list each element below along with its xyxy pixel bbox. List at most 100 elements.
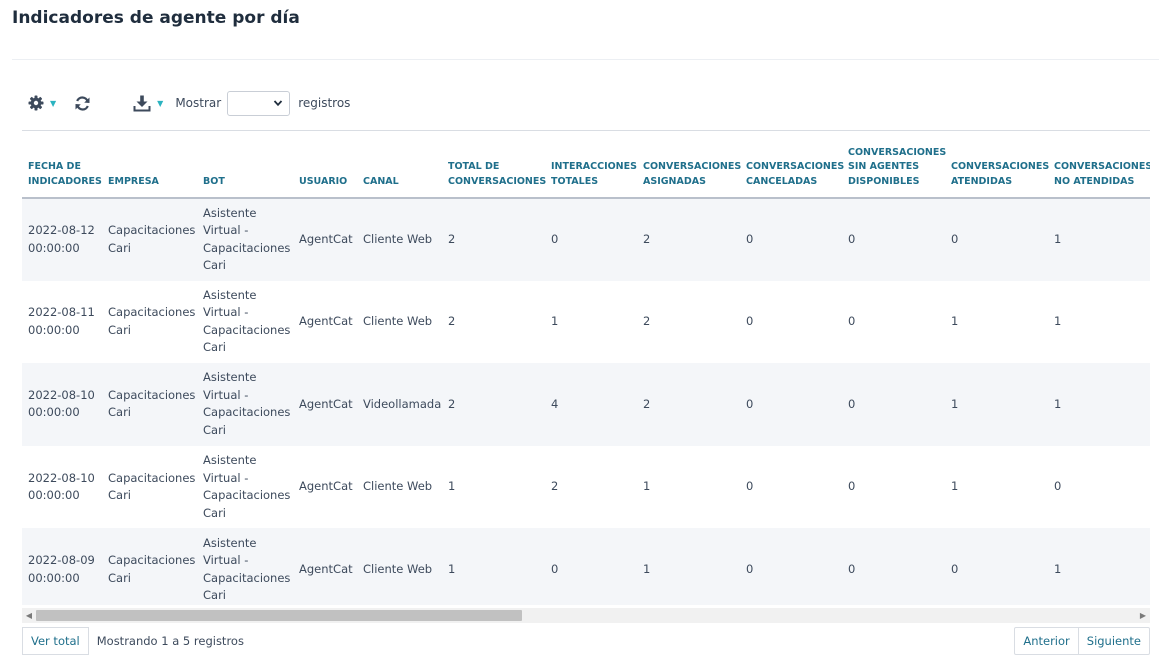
table-cell: 0 bbox=[951, 232, 959, 247]
table-cell: 0 bbox=[848, 396, 856, 411]
show-label: Mostrar bbox=[175, 96, 222, 110]
table-cell: AgentCat bbox=[299, 479, 353, 494]
column-header[interactable]: Usuario bbox=[293, 131, 357, 199]
table-cell: 1 bbox=[448, 479, 456, 494]
table-cell: 0 bbox=[746, 479, 754, 494]
table-cell: 2022-08-11 00:00:00 bbox=[28, 305, 95, 337]
table-cell: 1 bbox=[643, 561, 651, 576]
table-cell: Asistente Virtual - Capacitaciones Cari bbox=[203, 205, 291, 273]
table-cell: Videollamada bbox=[363, 396, 442, 411]
refresh-icon bbox=[75, 95, 90, 111]
table-cell: 1 bbox=[1054, 314, 1062, 329]
table-cell: Capacitaciones Cari bbox=[108, 470, 196, 503]
page-size-select[interactable] bbox=[227, 90, 291, 116]
table-cell: Asistente Virtual - Capacitaciones Cari bbox=[203, 287, 291, 355]
table-row: 2022-08-11 00:00:00 Capacitaciones Cari … bbox=[22, 280, 1150, 364]
table-cell: 0 bbox=[746, 561, 754, 576]
data-table-container: Fecha de indicadores Empresa Bot Usuario… bbox=[22, 130, 1150, 605]
table-row: 2022-08-09 00:00:00 Capacitaciones Cari … bbox=[22, 528, 1150, 605]
previous-page-button[interactable]: Anterior bbox=[1014, 627, 1079, 655]
next-page-button[interactable]: Siguiente bbox=[1078, 627, 1150, 655]
column-header[interactable]: Fecha de indicadores bbox=[22, 131, 102, 199]
table-cell: Asistente Virtual - Capacitaciones Cari bbox=[203, 370, 291, 437]
table-cell: 2022-08-09 00:00:00 bbox=[28, 553, 95, 585]
table-cell: 2 bbox=[448, 232, 456, 247]
column-header[interactable]: Conversaciones canceladas bbox=[740, 131, 844, 199]
table-cell: 2022-08-10 00:00:00 bbox=[28, 387, 95, 420]
caret-down-icon: ▼ bbox=[50, 98, 57, 108]
caret-down-icon: ▼ bbox=[157, 98, 164, 108]
scroll-right-arrow-icon[interactable]: ▶ bbox=[1136, 608, 1150, 623]
title-divider bbox=[12, 59, 1159, 60]
table-cell: Cliente Web bbox=[363, 232, 433, 247]
table-cell: AgentCat bbox=[299, 561, 353, 576]
column-header[interactable]: Interacciones totales bbox=[545, 131, 637, 199]
table-cell: 2 bbox=[448, 396, 456, 411]
table-cell: 2022-08-12 00:00:00 bbox=[28, 223, 95, 255]
table-cell: Capacitaciones Cari bbox=[108, 223, 196, 255]
table-cell: 0 bbox=[848, 314, 856, 329]
table-cell: 1 bbox=[551, 314, 559, 329]
records-label: registros bbox=[298, 96, 351, 110]
table-cell: 0 bbox=[848, 561, 856, 576]
records-info-text: Mostrando 1 a 5 registros bbox=[96, 634, 244, 648]
table-cell: 2022-08-10 00:00:00 bbox=[28, 470, 95, 503]
page-title: Indicadores de agente por día bbox=[12, 8, 300, 28]
horizontal-scrollbar[interactable]: ◀ ▶ bbox=[22, 608, 1150, 623]
table-cell: 1 bbox=[951, 396, 959, 411]
table-cell: Asistente Virtual - Capacitaciones Cari bbox=[203, 453, 291, 520]
data-table: Fecha de indicadores Empresa Bot Usuario… bbox=[22, 131, 1150, 605]
table-cell: 2 bbox=[448, 314, 456, 329]
table-cell: 2 bbox=[643, 396, 651, 411]
table-cell: 0 bbox=[1054, 479, 1062, 494]
column-header[interactable]: Conversaciones asignadas bbox=[637, 131, 741, 199]
table-cell: 1 bbox=[643, 479, 651, 494]
column-header[interactable]: Conversaciones sin agentes disponibles bbox=[842, 131, 946, 199]
table-cell: Capacitaciones Cari bbox=[108, 387, 196, 420]
pagination: Anterior Siguiente bbox=[1014, 627, 1150, 655]
table-cell: 0 bbox=[551, 232, 559, 247]
download-dropdown-button[interactable]: ▼ bbox=[133, 95, 163, 112]
table-cell: Cliente Web bbox=[363, 561, 433, 576]
table-cell: 2 bbox=[643, 232, 651, 247]
gear-icon bbox=[28, 95, 44, 111]
table-cell: 1 bbox=[448, 561, 456, 576]
chevron-down-icon bbox=[274, 100, 283, 107]
table-cell: AgentCat bbox=[299, 232, 353, 247]
download-icon bbox=[133, 95, 151, 111]
table-cell: Cliente Web bbox=[363, 314, 433, 329]
table-cell: 0 bbox=[848, 479, 856, 494]
table-cell: 0 bbox=[746, 314, 754, 329]
table-toolbar: ▼ ▼ Mostrar registros bbox=[28, 88, 350, 118]
column-header[interactable]: Conversaciones no atendidas bbox=[1048, 131, 1150, 199]
table-cell: 0 bbox=[848, 232, 856, 247]
table-cell: 0 bbox=[746, 396, 754, 411]
table-header-row: Fecha de indicadores Empresa Bot Usuario… bbox=[22, 131, 1150, 199]
scroll-thumb[interactable] bbox=[36, 610, 522, 621]
column-header[interactable]: Bot bbox=[197, 131, 293, 199]
table-row: 2022-08-12 00:00:00 Capacitaciones Cari … bbox=[22, 198, 1150, 281]
column-header[interactable]: Empresa bbox=[102, 131, 197, 199]
table-cell: Capacitaciones Cari bbox=[108, 553, 196, 585]
table-cell: 0 bbox=[551, 561, 559, 576]
table-cell: Capacitaciones Cari bbox=[108, 305, 196, 337]
table-cell: AgentCat bbox=[299, 396, 353, 411]
table-row: 2022-08-10 00:00:00 Capacitaciones Cari … bbox=[22, 445, 1150, 529]
column-header[interactable]: Total de conversaciones bbox=[442, 131, 546, 199]
table-cell: 1 bbox=[951, 314, 959, 329]
table-cell: AgentCat bbox=[299, 314, 353, 329]
column-header[interactable]: Conversaciones atendidas bbox=[945, 131, 1049, 199]
refresh-button[interactable] bbox=[74, 95, 91, 112]
table-cell: 1 bbox=[1054, 396, 1062, 411]
settings-dropdown-button[interactable]: ▼ bbox=[28, 95, 56, 111]
table-cell: 1 bbox=[1054, 561, 1062, 576]
table-cell: Asistente Virtual - Capacitaciones Cari bbox=[203, 535, 291, 603]
table-cell: Cliente Web bbox=[363, 479, 433, 494]
table-cell: 0 bbox=[746, 232, 754, 247]
column-header[interactable]: Canal bbox=[357, 131, 442, 199]
table-cell: 2 bbox=[551, 479, 559, 494]
table-cell: 1 bbox=[1054, 232, 1062, 247]
view-all-button[interactable]: Ver total bbox=[22, 627, 89, 655]
table-cell: 4 bbox=[551, 396, 559, 411]
scroll-left-arrow-icon[interactable]: ◀ bbox=[22, 608, 36, 623]
